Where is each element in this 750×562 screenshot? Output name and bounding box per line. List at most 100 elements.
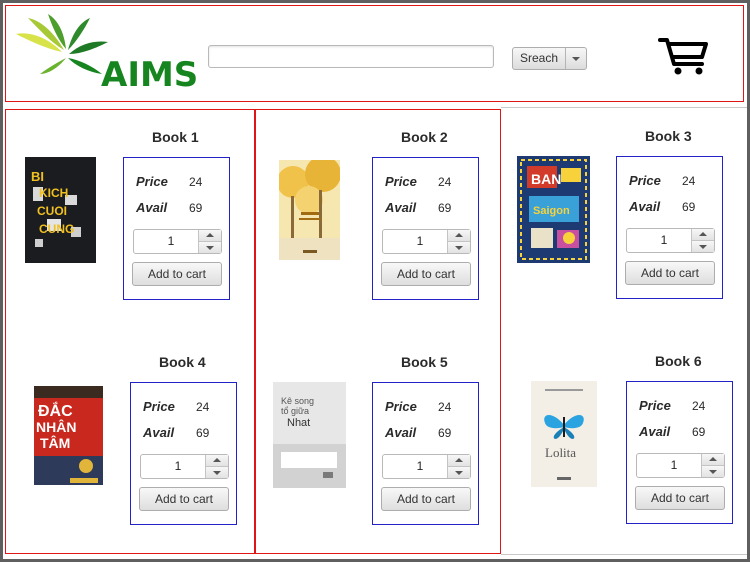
book-cover-image[interactable]: Lolita xyxy=(531,381,597,487)
book-cover-art xyxy=(279,160,340,260)
price-label: Price xyxy=(385,399,417,414)
logo: AIMS xyxy=(14,12,198,98)
stepper-buttons xyxy=(198,230,221,253)
quantity-stepper[interactable]: 1 xyxy=(133,229,222,254)
quantity-stepper[interactable]: 1 xyxy=(140,454,229,479)
price-label: Price xyxy=(639,398,671,413)
svg-text:CUOI: CUOI xyxy=(37,204,67,218)
avail-value: 69 xyxy=(196,426,210,440)
increment-icon[interactable] xyxy=(199,230,221,242)
add-to-cart-button[interactable]: Add to cart xyxy=(381,262,471,286)
increment-icon[interactable] xyxy=(702,454,724,466)
quantity-stepper[interactable]: 1 xyxy=(626,228,715,253)
price-label: Price xyxy=(143,399,175,414)
avail-value: 69 xyxy=(682,200,696,214)
search-mode-label: Sreach xyxy=(520,51,559,65)
svg-text:BI: BI xyxy=(31,169,44,184)
avail-label: Avail xyxy=(385,200,417,215)
chevron-down-icon[interactable] xyxy=(565,48,586,69)
logo-text: AIMS xyxy=(101,55,199,95)
avail-value: 69 xyxy=(438,426,452,440)
book-cover-image[interactable]: BAN Saigon xyxy=(517,156,590,263)
book-info-panel: Price 24 Avail 69 1 Add to cart xyxy=(616,156,723,299)
svg-text:BAN: BAN xyxy=(531,171,561,187)
book-cover-image[interactable]: Kê song tổ giữa Nhat xyxy=(273,382,346,488)
price-value: 24 xyxy=(189,175,203,189)
svg-text:TÂM: TÂM xyxy=(40,434,70,451)
book-cover-image[interactable] xyxy=(279,160,340,260)
stepper-buttons xyxy=(701,454,724,477)
price-label: Price xyxy=(385,174,417,189)
svg-text:Saigon: Saigon xyxy=(533,205,570,217)
quantity-value[interactable]: 1 xyxy=(134,230,198,253)
add-to-cart-button[interactable]: Add to cart xyxy=(625,261,715,285)
avail-value: 69 xyxy=(692,425,706,439)
decrement-icon[interactable] xyxy=(692,241,714,252)
book-cover-art: Lolita xyxy=(531,381,597,487)
book-cover-art: BI KICH CUOI CUNG xyxy=(25,157,96,263)
avail-label: Avail xyxy=(136,200,168,215)
avail-value: 69 xyxy=(189,201,203,215)
quantity-value[interactable]: 1 xyxy=(383,230,447,253)
svg-text:KICH: KICH xyxy=(39,186,68,200)
price-value: 24 xyxy=(692,399,706,413)
avail-label: Avail xyxy=(385,425,417,440)
stepper-buttons xyxy=(447,230,470,253)
price-label: Price xyxy=(136,174,168,189)
book-info-panel: Price 24 Avail 69 1 Add to cart xyxy=(372,382,479,525)
stepper-buttons xyxy=(205,455,228,478)
price-label: Price xyxy=(629,173,661,188)
avail-value: 69 xyxy=(438,201,452,215)
avail-label: Avail xyxy=(639,424,671,439)
quantity-value[interactable]: 1 xyxy=(141,455,205,478)
stepper-buttons xyxy=(447,455,470,478)
book-title: Book 4 xyxy=(159,354,206,370)
decrement-icon[interactable] xyxy=(448,242,470,253)
increment-icon[interactable] xyxy=(448,455,470,467)
avail-label: Avail xyxy=(143,425,175,440)
svg-text:NHÂN: NHÂN xyxy=(36,418,76,435)
decrement-icon[interactable] xyxy=(448,467,470,478)
add-to-cart-button[interactable]: Add to cart xyxy=(139,487,229,511)
book-title: Book 3 xyxy=(645,128,692,144)
increment-icon[interactable] xyxy=(448,230,470,242)
book-cover-art: BAN Saigon xyxy=(517,156,590,263)
quantity-stepper[interactable]: 1 xyxy=(382,229,471,254)
app-window: AIMS Sreach Book 1 BI KICH CUOI CUNG Pri… xyxy=(3,3,747,559)
book-cover-image[interactable]: BI KICH CUOI CUNG xyxy=(25,157,96,263)
decrement-icon[interactable] xyxy=(702,466,724,477)
book-title: Book 2 xyxy=(401,129,448,145)
quantity-stepper[interactable]: 1 xyxy=(382,454,471,479)
book-title: Book 5 xyxy=(401,354,448,370)
decrement-icon[interactable] xyxy=(199,242,221,253)
search-mode-dropdown[interactable]: Sreach xyxy=(512,47,587,70)
book-cover-art: Kê song tổ giữa Nhat xyxy=(273,382,346,488)
shopping-cart-icon[interactable] xyxy=(658,36,710,76)
svg-text:CUNG: CUNG xyxy=(39,222,74,236)
search-input[interactable] xyxy=(208,45,494,68)
price-value: 24 xyxy=(438,175,452,189)
book-cover-image[interactable]: ĐẮC NHÂN TÂM xyxy=(34,386,103,485)
increment-icon[interactable] xyxy=(692,229,714,241)
svg-text:Nhat: Nhat xyxy=(287,417,310,429)
stepper-buttons xyxy=(691,229,714,252)
book-cover-art: ĐẮC NHÂN TÂM xyxy=(34,386,103,485)
book-info-panel: Price 24 Avail 69 1 Add to cart xyxy=(626,381,733,524)
book-title: Book 1 xyxy=(152,129,199,145)
add-to-cart-button[interactable]: Add to cart xyxy=(381,487,471,511)
increment-icon[interactable] xyxy=(206,455,228,467)
price-value: 24 xyxy=(196,400,210,414)
add-to-cart-button[interactable]: Add to cart xyxy=(132,262,222,286)
quantity-value[interactable]: 1 xyxy=(627,229,691,252)
svg-text:Lolita: Lolita xyxy=(545,445,576,460)
add-to-cart-button[interactable]: Add to cart xyxy=(635,486,725,510)
decrement-icon[interactable] xyxy=(206,467,228,478)
book-title: Book 6 xyxy=(655,353,702,369)
price-value: 24 xyxy=(438,400,452,414)
header-bar: AIMS Sreach xyxy=(5,5,744,102)
quantity-value[interactable]: 1 xyxy=(383,455,447,478)
quantity-value[interactable]: 1 xyxy=(637,454,701,477)
leaf-logo-icon xyxy=(16,14,108,74)
svg-text:ĐẮC: ĐẮC xyxy=(38,401,73,420)
quantity-stepper[interactable]: 1 xyxy=(636,453,725,478)
